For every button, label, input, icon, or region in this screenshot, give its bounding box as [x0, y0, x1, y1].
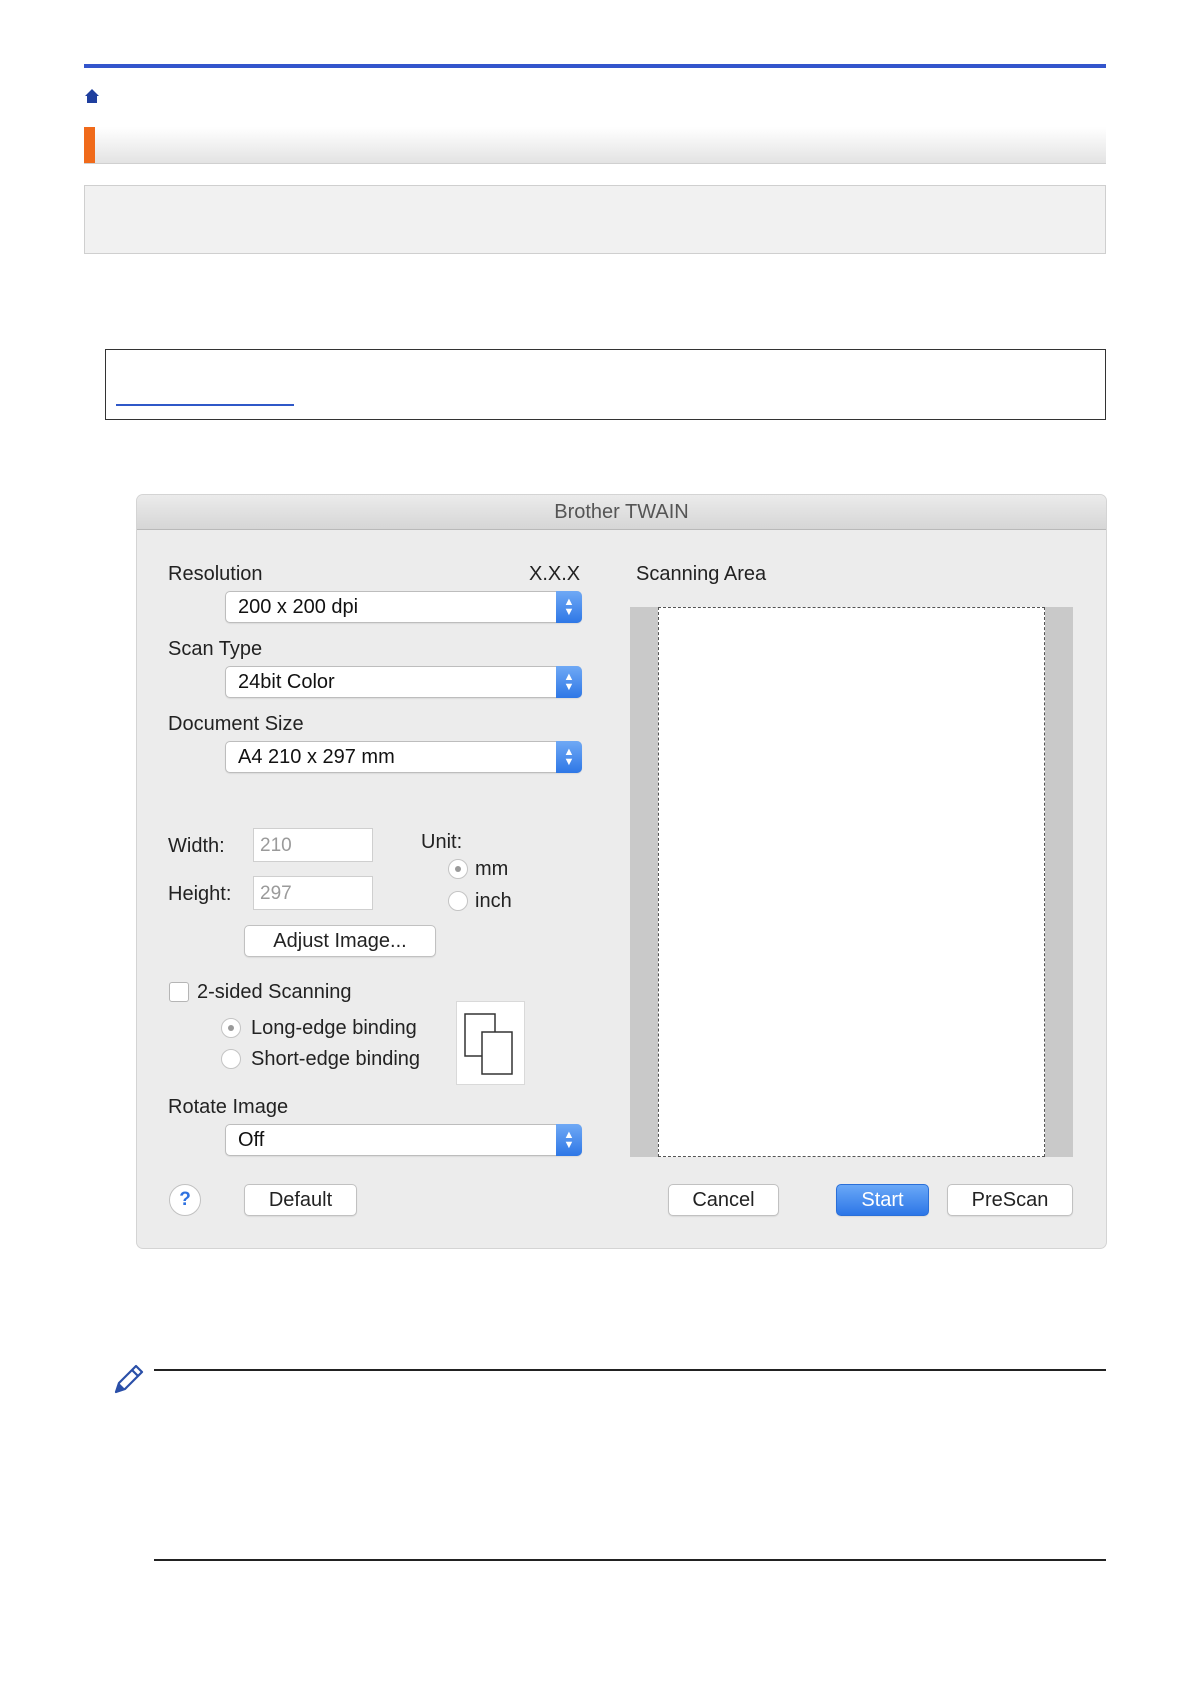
short-edge-label: Short-edge binding	[251, 1048, 421, 1070]
unit-mm-radio[interactable]	[448, 859, 468, 879]
brother-twain-dialog: Brother TWAIN Resolution X.X.X 200 x 200…	[137, 495, 1106, 1248]
section-accent	[84, 127, 95, 163]
related-link-box	[105, 349, 1106, 420]
unit-label: Unit:	[421, 831, 463, 853]
note-pencil-icon	[114, 1364, 144, 1394]
duplex-pages-icon	[464, 1013, 513, 1075]
resolution-value: 200 x 200 dpi	[238, 596, 359, 618]
note-bottom-rule	[154, 1559, 1106, 1561]
resolution-select[interactable]: 200 x 200 dpi ▲ ▼	[225, 591, 582, 623]
start-button[interactable]: Start	[836, 1184, 929, 1216]
two-sided-label: 2-sided Scanning	[197, 981, 352, 1003]
width-label: Width:	[168, 835, 225, 857]
height-value: 297	[260, 883, 292, 904]
default-button[interactable]: Default	[244, 1184, 357, 1216]
height-field[interactable]: 297	[253, 876, 373, 910]
rotate-image-select[interactable]: Off ▲ ▼	[225, 1124, 582, 1156]
width-field[interactable]: 210	[253, 828, 373, 862]
help-button[interactable]: ?	[169, 1184, 201, 1216]
stepper-icon: ▲ ▼	[556, 741, 582, 773]
top-rule	[84, 64, 1106, 68]
scan-type-value: 24bit Color	[238, 671, 335, 693]
dialog-title: Brother TWAIN	[137, 495, 1106, 530]
document-size-value: A4 210 x 297 mm	[238, 746, 395, 768]
document-size-label: Document Size	[168, 713, 304, 735]
version-label: X.X.X	[529, 563, 581, 585]
duplex-preview	[456, 1001, 525, 1085]
height-label: Height:	[168, 883, 232, 905]
long-edge-label: Long-edge binding	[251, 1017, 417, 1039]
unit-inch-label: inch	[475, 890, 512, 912]
unit-inch-radio[interactable]	[448, 891, 468, 911]
note-top-rule	[154, 1369, 1106, 1371]
document-size-select[interactable]: A4 210 x 297 mm ▲ ▼	[225, 741, 582, 773]
scanning-area-label: Scanning Area	[636, 563, 767, 585]
adjust-image-button[interactable]: Adjust Image...	[244, 925, 436, 957]
two-sided-checkbox[interactable]	[169, 982, 189, 1002]
stepper-icon: ▲ ▼	[556, 1124, 582, 1156]
rotate-image-value: Off	[238, 1129, 265, 1151]
scan-type-select[interactable]: 24bit Color ▲ ▼	[225, 666, 582, 698]
width-value: 210	[260, 835, 292, 856]
long-edge-radio[interactable]	[221, 1018, 241, 1038]
prescan-button[interactable]: PreScan	[947, 1184, 1073, 1216]
scan-page-outline[interactable]	[658, 607, 1045, 1157]
related-link[interactable]	[116, 404, 294, 406]
section-title-bar	[84, 127, 1106, 164]
info-panel	[84, 185, 1106, 254]
resolution-label: Resolution	[168, 563, 263, 585]
short-edge-radio[interactable]	[221, 1049, 241, 1069]
home-icon[interactable]	[84, 88, 100, 104]
scanning-area[interactable]	[630, 607, 1073, 1157]
cancel-button[interactable]: Cancel	[668, 1184, 779, 1216]
stepper-icon: ▲ ▼	[556, 591, 582, 623]
unit-mm-label: mm	[475, 858, 509, 880]
rotate-image-label: Rotate Image	[168, 1096, 289, 1118]
stepper-icon: ▲ ▼	[556, 666, 582, 698]
scan-type-label: Scan Type	[168, 638, 263, 660]
